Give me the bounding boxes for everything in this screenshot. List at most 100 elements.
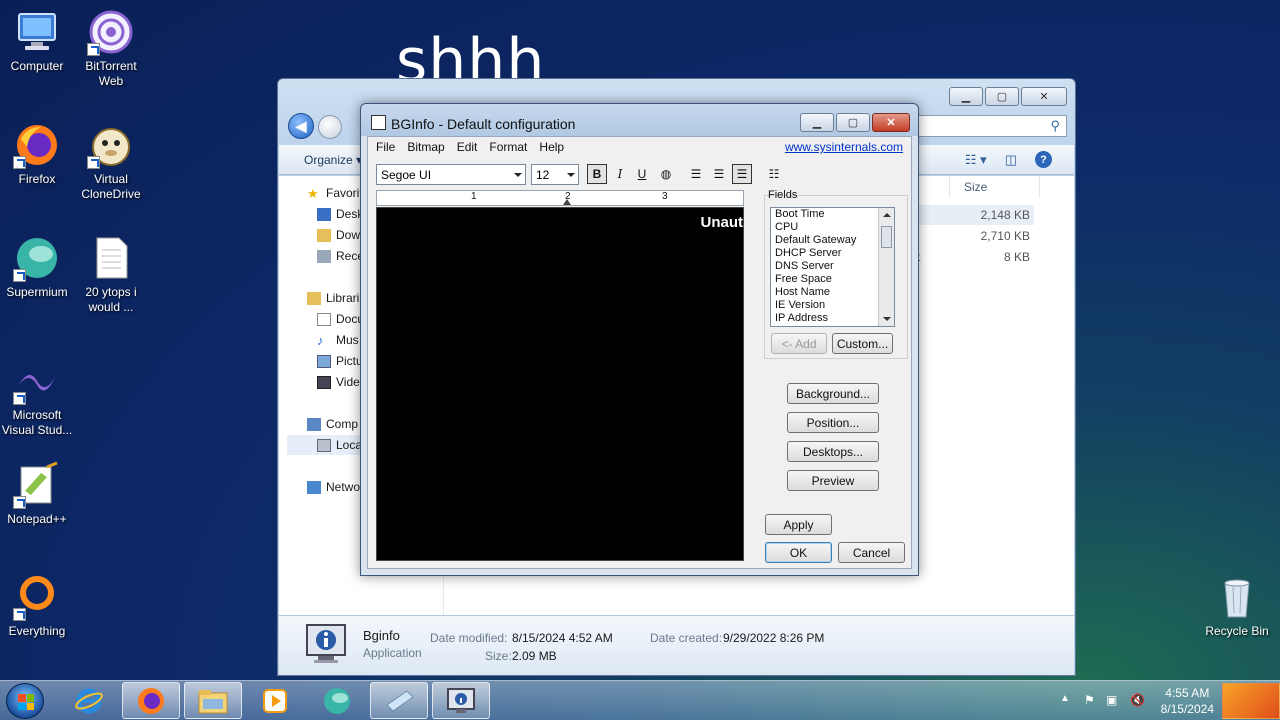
back-button[interactable]: ◀	[288, 113, 314, 139]
nav-documents[interactable]: Docu	[317, 312, 364, 326]
organize-button[interactable]: Organize ▾	[304, 153, 362, 167]
minimize-button[interactable]: ▁	[949, 87, 983, 106]
search-icon: ⚲	[1050, 118, 1060, 133]
taskbar-bginfo[interactable]	[432, 682, 490, 719]
desktop-icon-notepadpp[interactable]: Notepad++	[0, 461, 76, 527]
list-item[interactable]: DNS Server	[771, 260, 894, 273]
fields-list[interactable]: Boot Time CPU Default Gateway DHCP Serve…	[770, 207, 895, 327]
forward-button[interactable]	[318, 115, 342, 139]
help-icon[interactable]: ?	[1035, 151, 1052, 168]
desktop-icon-recycle-bin[interactable]: Recycle Bin	[1198, 573, 1276, 639]
text-document-icon	[87, 234, 135, 282]
list-item[interactable]: DHCP Server	[771, 247, 894, 260]
nav-pictures[interactable]: Pictu	[317, 354, 363, 368]
date-modified-value: 8/15/2024 4:52 AM	[512, 631, 613, 645]
list-item[interactable]: Host Name	[771, 286, 894, 299]
change-view-icon[interactable]: ☷ ▾	[965, 152, 987, 168]
maximize-button[interactable]: ▢	[836, 113, 870, 132]
clock[interactable]: 4:55 AM 8/15/2024	[1161, 685, 1214, 717]
bginfo-title-icon	[371, 115, 386, 130]
menu-edit[interactable]: Edit	[457, 137, 484, 157]
nav-downloads[interactable]: Dow	[317, 228, 360, 242]
font-select[interactable]: Segoe UI	[376, 164, 526, 185]
align-left-button[interactable]: ☰	[686, 164, 706, 184]
preview-button[interactable]: Preview	[787, 470, 879, 491]
taskbar-firefox[interactable]	[122, 682, 180, 719]
ruler-indent-marker[interactable]	[563, 199, 571, 205]
network-tray-icon[interactable]: ▣	[1106, 693, 1120, 707]
desktop-icon-everything[interactable]: Everything	[0, 573, 76, 639]
fields-scrollbar[interactable]	[878, 208, 894, 326]
scroll-up-icon[interactable]	[883, 213, 891, 217]
nav-videos[interactable]: Vide	[317, 375, 360, 389]
bginfo-editor-canvas[interactable]: Unaut	[376, 207, 744, 561]
cancel-button[interactable]: Cancel	[838, 542, 905, 563]
list-item[interactable]: CPU	[771, 221, 894, 234]
tray-overflow-icon[interactable]: ▲	[1060, 693, 1070, 704]
desktop-icon-supermium[interactable]: Supermium	[0, 234, 76, 300]
action-center-flag-icon[interactable]: ⚑	[1084, 693, 1098, 707]
close-button[interactable]: ✕	[1021, 87, 1067, 106]
nav-favorites[interactable]: ★ Favorit	[307, 186, 363, 200]
position-button[interactable]: Position...	[787, 412, 879, 433]
underline-button[interactable]: U	[632, 164, 652, 184]
volume-muted-icon[interactable]: 🔇	[1130, 693, 1145, 707]
list-item[interactable]: Default Gateway	[771, 234, 894, 247]
font-size-select[interactable]: 12	[531, 164, 579, 185]
desktop-icon-computer[interactable]: Computer	[0, 8, 76, 74]
taskbar-clonedrive[interactable]	[370, 682, 428, 719]
taskbar-explorer[interactable]	[184, 682, 242, 719]
nav-network[interactable]: Netwo	[307, 480, 360, 494]
nav-recent[interactable]: Rece	[317, 249, 364, 263]
bginfo-titlebar[interactable]: BGInfo - Default configuration ▁ ▢ ✕	[361, 104, 918, 136]
preview-pane-icon[interactable]: ◫	[1005, 152, 1017, 168]
align-right-button[interactable]: ☰	[732, 164, 752, 184]
scroll-thumb[interactable]	[881, 226, 892, 248]
custom-field-button[interactable]: Custom...	[832, 333, 893, 354]
close-button[interactable]: ✕	[872, 113, 910, 132]
align-center-icon: ☰	[713, 167, 725, 181]
bold-button[interactable]: B	[587, 164, 607, 184]
background-button[interactable]: Background...	[787, 383, 879, 404]
desktop-icon-clonedrive[interactable]: Virtual CloneDrive	[72, 121, 150, 202]
list-item[interactable]: IP Address	[771, 312, 894, 325]
add-field-button[interactable]: <- Add	[771, 333, 827, 354]
list-item[interactable]: Free Space	[771, 273, 894, 286]
menu-file[interactable]: File	[376, 137, 401, 157]
bullets-button[interactable]: ☷	[764, 164, 784, 184]
ok-button[interactable]: OK	[765, 542, 832, 563]
date-created-label: Date created:	[650, 631, 723, 645]
taskbar-media-player[interactable]	[246, 682, 304, 719]
menu-format[interactable]: Format	[489, 137, 533, 157]
desktop-icon-firefox[interactable]: Firefox	[0, 121, 76, 187]
list-item[interactable]: Boot Time	[771, 208, 894, 221]
search-input[interactable]: ⚲	[917, 115, 1067, 137]
taskbar-supermium[interactable]	[308, 682, 366, 719]
desktops-button[interactable]: Desktops...	[787, 441, 879, 462]
align-left-icon: ☰	[690, 167, 702, 181]
file-size-cell: 2,148 KB	[980, 208, 1030, 222]
italic-button[interactable]: I	[610, 164, 630, 184]
file-size-cell: 8 KB	[1003, 250, 1030, 264]
align-center-button[interactable]: ☰	[709, 164, 729, 184]
column-header-size[interactable]: Size	[964, 180, 987, 194]
maximize-button[interactable]: ▢	[985, 87, 1019, 106]
menu-help[interactable]: Help	[539, 137, 570, 157]
list-item[interactable]: IE Version	[771, 299, 894, 312]
menu-bitmap[interactable]: Bitmap	[407, 137, 450, 157]
nav-computer[interactable]: Comp	[307, 417, 358, 431]
nav-libraries[interactable]: Librari	[307, 291, 359, 305]
nav-music[interactable]: ♪ Mus	[317, 333, 359, 347]
desktop-icon-text-document[interactable]: 20 ytops i would ...	[72, 234, 150, 315]
apply-button[interactable]: Apply	[765, 514, 832, 535]
desktop-icon-bittorrent[interactable]: BitTorrent Web	[72, 8, 150, 89]
nav-desktop[interactable]: Desk	[317, 207, 363, 221]
start-button[interactable]	[6, 683, 44, 719]
minimize-button[interactable]: ▁	[800, 113, 834, 132]
taskbar-ie[interactable]	[60, 682, 118, 719]
desktop-icon-visual-studio[interactable]: Microsoft Visual Stud...	[0, 357, 76, 438]
show-desktop-button[interactable]	[1222, 683, 1280, 719]
sysinternals-link[interactable]: www.sysinternals.com	[785, 140, 903, 154]
text-color-button[interactable]: ◍	[656, 164, 676, 184]
scroll-down-icon[interactable]	[883, 317, 891, 321]
